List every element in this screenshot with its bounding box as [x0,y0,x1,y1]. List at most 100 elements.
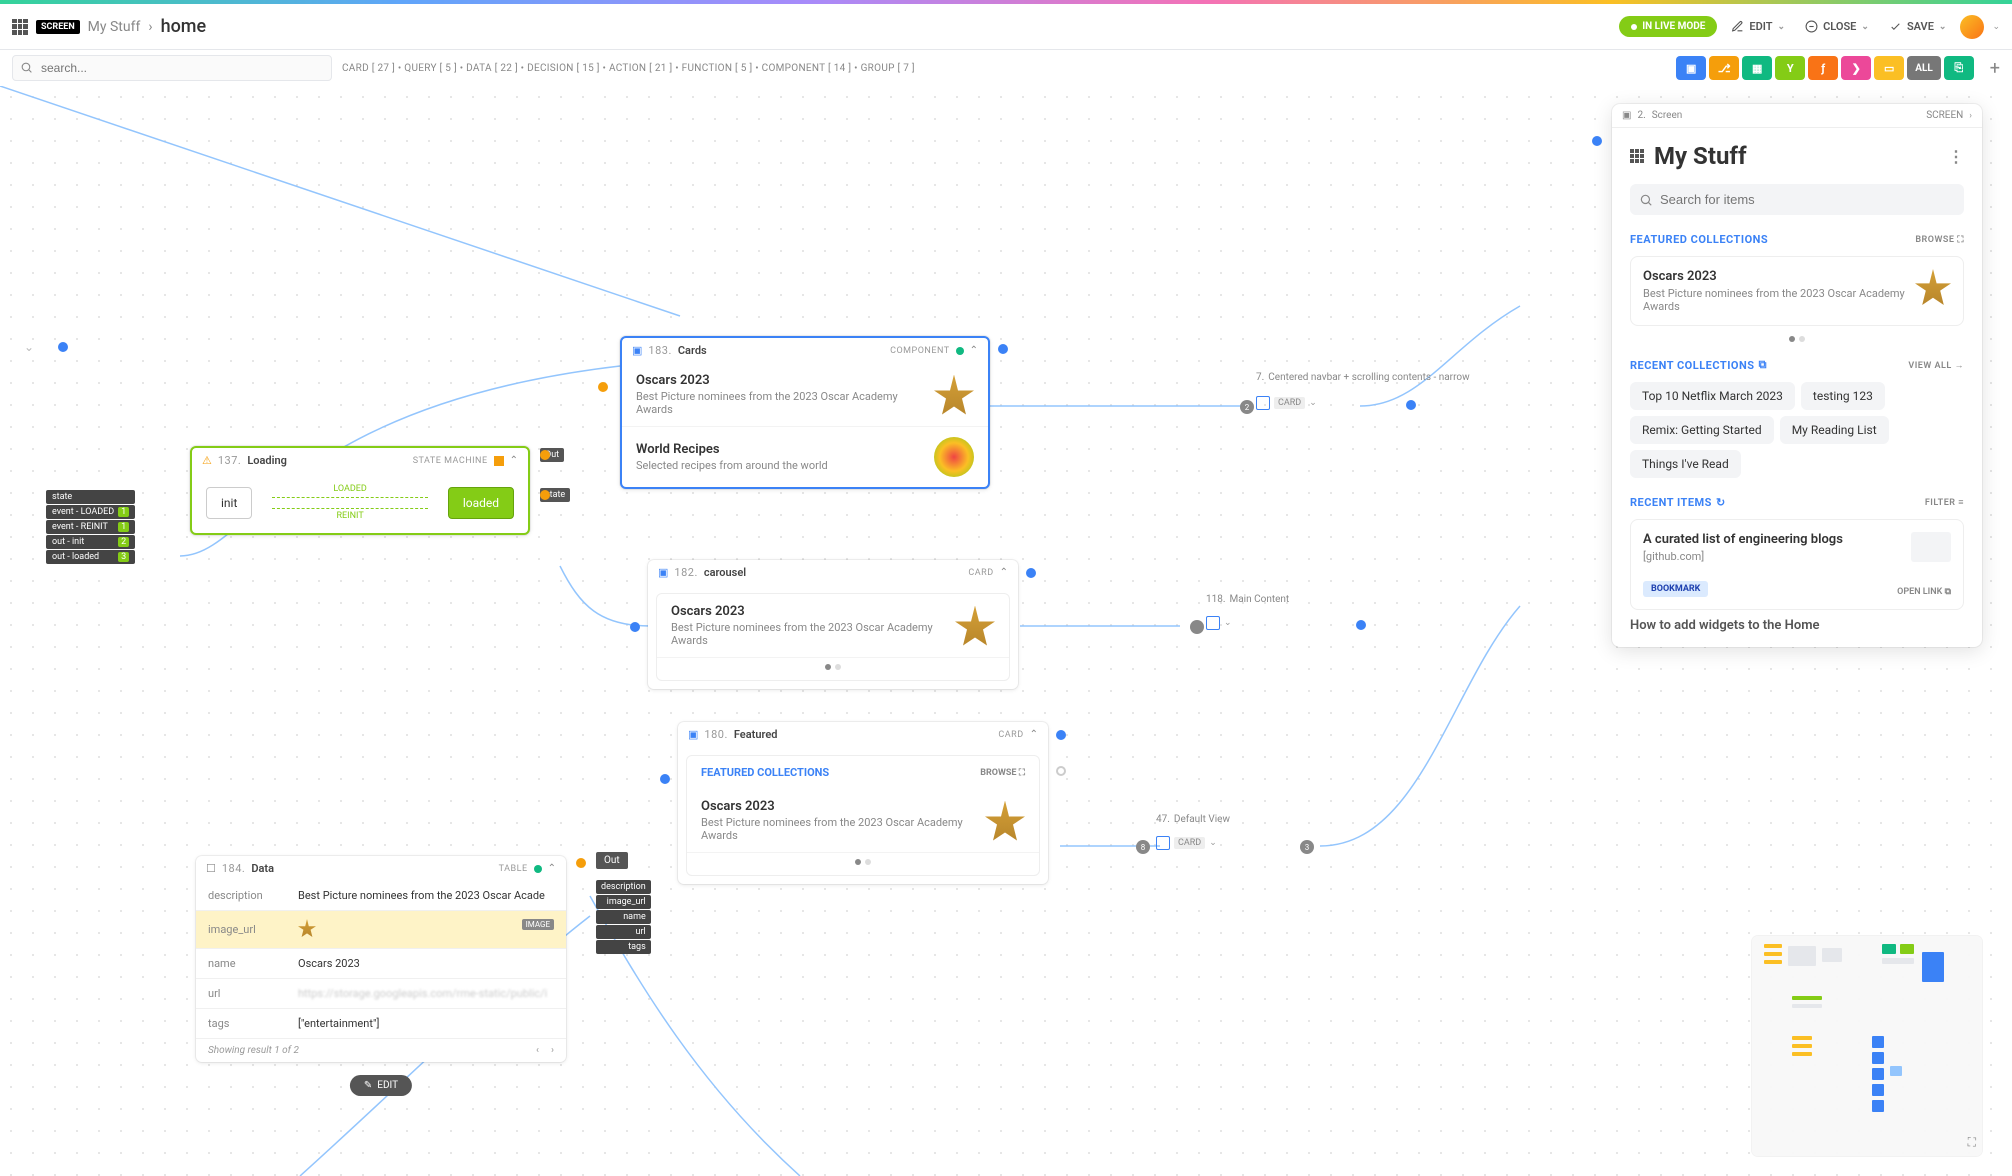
preview-expand-icon[interactable]: › [1969,111,1972,121]
port-count[interactable]: 8 [1136,840,1150,854]
chip[interactable]: My Reading List [1780,416,1889,444]
port[interactable] [1190,620,1204,634]
state-loaded[interactable]: loaded [448,487,514,519]
apps-icon[interactable] [1630,149,1644,163]
port[interactable] [540,450,550,460]
port[interactable] [598,382,608,392]
data-table: descriptionBest Picture nominees from th… [196,881,566,1039]
apps-menu-icon[interactable] [12,19,28,35]
add-node-button[interactable]: + [1990,58,2000,79]
collapse-chevron[interactable]: ⌄ [24,340,34,354]
port[interactable] [998,344,1008,354]
tool-decision[interactable]: Y [1775,56,1805,80]
canvas-stats: CARD [ 27 ] • QUERY [ 5 ] • DATA [ 22 ] … [342,63,915,74]
oscar-icon [934,375,974,415]
port[interactable] [540,490,550,500]
breadcrumb-sep: › [148,19,152,35]
tool-card[interactable]: ▣ [1676,56,1706,80]
collapse-icon[interactable]: ⌃ [970,345,978,356]
port-count[interactable]: 2 [1240,400,1254,414]
group-main[interactable]: 118.Main Content [1206,594,1289,605]
minimap[interactable]: ⛶ [1752,936,1982,1156]
port[interactable] [660,774,670,784]
port[interactable] [1406,400,1416,410]
node-cards[interactable]: ▣ 183. Cards COMPONENT ⌃ Oscars 2023Best… [620,336,990,489]
port[interactable] [1356,620,1366,630]
more-icon[interactable]: ⋮ [1948,147,1964,166]
bookmark-badge: BOOKMARK [1643,581,1708,597]
table-row: nameOscars 2023 [196,949,566,979]
user-avatar[interactable] [1960,15,1984,39]
tool-function[interactable]: ❯ [1841,56,1871,80]
user-menu-chevron[interactable]: ⌄ [1992,22,2000,32]
group-default[interactable]: 47.Default View [1156,814,1230,825]
top-bar: SCREEN My Stuff › home IN LIVE MODE EDIT… [0,4,2012,50]
tool-query[interactable]: ⎇ [1709,56,1739,80]
tool-action[interactable]: ƒ [1808,56,1838,80]
edit-button[interactable]: EDIT⌄ [1725,16,1791,37]
collapse-icon[interactable]: ⌃ [1030,729,1038,740]
second-bar: CARD [ 27 ] • QUERY [ 5 ] • DATA [ 22 ] … [0,50,2012,86]
search-wrap [12,55,332,81]
node-loading[interactable]: ⚠ 137. Loading STATE MACHINE ⌃ init LOAD… [190,446,530,535]
card-row[interactable]: Oscars 2023Best Picture nominees from th… [657,594,1009,658]
port-count[interactable]: 3 [1300,840,1314,854]
preview-search-input[interactable] [1630,184,1964,215]
card-row[interactable]: World RecipesSelected recipes from aroun… [622,427,988,487]
save-button[interactable]: SAVE⌄ [1883,16,1953,37]
filter-action[interactable]: FILTER ≡ [1925,497,1964,508]
preview-panel: ▣2.Screen SCREEN› My Stuff ⋮ FEATURED CO… [1612,104,1982,647]
port[interactable] [630,622,640,632]
live-mode-badge[interactable]: IN LIVE MODE [1619,16,1717,37]
chip[interactable]: Remix: Getting Started [1630,416,1774,444]
port[interactable] [1056,730,1066,740]
oscar-icon [1915,269,1951,305]
thumbnail [1911,532,1951,562]
chip[interactable]: Top 10 Netflix March 2023 [1630,382,1795,410]
state-init[interactable]: init [206,487,252,519]
search-input[interactable] [12,55,332,81]
tool-all[interactable]: ALL [1907,56,1941,80]
collapse-icon[interactable]: ⌃ [548,863,556,874]
tool-data[interactable]: ▦ [1742,56,1772,80]
canvas[interactable]: ⌄ state event - LOADED1 event - REINIT1 … [0,86,2012,1176]
featured-card[interactable]: Oscars 2023Best Picture nominees from th… [1630,256,1964,326]
group-box-icon[interactable] [1206,616,1220,630]
edit-pill[interactable]: ✎ EDIT [350,1075,412,1096]
node-featured[interactable]: ▣ 180. Featured CARD ⌃ FEATURED COLLECTI… [678,722,1048,884]
collapse-icon[interactable]: ⌃ [510,455,518,466]
port[interactable] [1592,136,1602,146]
browse-link[interactable]: BROWSE ⛶ [980,768,1025,778]
collapse-icon[interactable]: ⌃ [1000,567,1008,578]
node-data[interactable]: ☐ 184. Data TABLE ⌃ descriptionBest Pict… [196,856,566,1062]
tool-group[interactable]: ⎘ [1944,56,1974,80]
item-title-cut: How to add widgets to the Home [1630,618,1964,633]
group-centered[interactable]: 7.Centered navbar + scrolling contents -… [1256,372,1470,383]
breadcrumb[interactable]: My Stuff [88,19,141,35]
status-dot [956,347,964,355]
port[interactable] [576,858,586,868]
node-carousel[interactable]: ▣ 182. carousel CARD ⌃ Oscars 2023Best P… [648,560,1018,689]
group-box-icon[interactable] [1256,396,1270,410]
port[interactable] [1026,568,1036,578]
browse-action[interactable]: BROWSE ⛶ [1915,235,1964,245]
oscar-icon [955,606,995,646]
viewall-action[interactable]: VIEW ALL → [1908,360,1964,371]
state-indicator [494,456,504,466]
chip[interactable]: testing 123 [1801,382,1885,410]
group-box-icon[interactable] [1156,836,1170,850]
pagination[interactable]: ‹› [536,1045,554,1056]
item-card[interactable]: A curated list of engineering blogs [git… [1630,519,1964,610]
port[interactable] [1056,766,1066,776]
card-row[interactable]: Oscars 2023Best Picture nominees from th… [687,789,1039,853]
expand-minimap-icon[interactable]: ⛶ [1968,1135,1976,1150]
tool-component[interactable]: ▭ [1874,56,1904,80]
open-link[interactable]: OPEN LINK ⧉ [1897,587,1951,597]
chip[interactable]: Things I've Read [1630,450,1741,478]
search-icon [20,61,33,74]
port[interactable] [58,342,68,352]
card-row[interactable]: Oscars 2023Best Picture nominees from th… [622,363,988,427]
status-dot [534,865,542,873]
table-row: urlhttps://storage.googleapis.com/rme-st… [196,979,566,1009]
close-button[interactable]: CLOSE⌄ [1799,16,1875,37]
